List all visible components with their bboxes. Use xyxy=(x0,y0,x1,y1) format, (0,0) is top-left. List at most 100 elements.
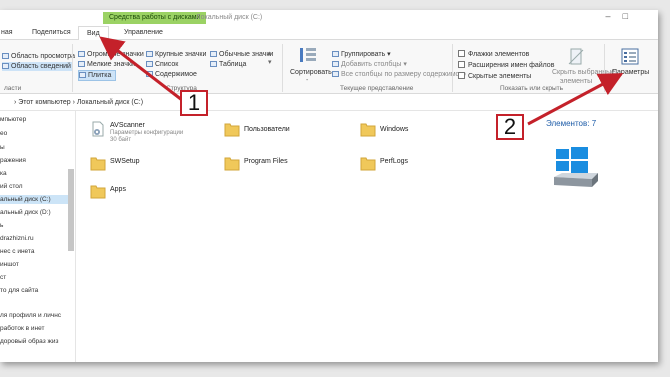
folder-name: SWSetup xyxy=(110,158,140,165)
address-bar[interactable]: › Этот компьютер › Локальный диск (C:) xyxy=(0,96,658,111)
layout-label: Обычные значки xyxy=(219,51,274,58)
folder-icon xyxy=(360,123,376,137)
folder-name: Program Files xyxy=(244,158,288,165)
file-extensions-label: Расширения имен файлов xyxy=(468,62,555,69)
layout-extra-large-icons[interactable]: Огромные значки xyxy=(78,50,144,59)
layout-details[interactable]: Таблица xyxy=(210,60,246,69)
folder-item[interactable]: Пользователи xyxy=(220,117,340,145)
group-by-button[interactable]: Группировать ▾ xyxy=(332,50,391,59)
layout-label: Мелкие значки xyxy=(87,61,135,68)
ribbon-separator xyxy=(604,44,605,92)
ribbon: Область просмотра Область сведений ласти… xyxy=(0,40,658,94)
folder-item[interactable]: PerfLogs xyxy=(356,151,476,179)
size-columns-button[interactable]: Все столбцы по размеру содержимого xyxy=(332,70,466,79)
nav-item[interactable]: альный диск (D:) xyxy=(0,208,51,217)
tab-share[interactable]: Поделиться xyxy=(32,26,71,40)
layout-large-icons[interactable]: Крупные значки xyxy=(146,50,206,59)
nav-item[interactable]: иншот xyxy=(0,260,19,269)
minimize-icon[interactable]: – xyxy=(606,11,623,21)
annotation-marker-1: 1 xyxy=(180,90,208,116)
preview-pane-label: Область просмотра xyxy=(11,53,76,60)
sort-icon[interactable] xyxy=(298,46,318,64)
layout-label: Огромные значки xyxy=(87,51,144,58)
details-pane-label: Область сведений xyxy=(11,63,71,70)
disk-tools-context-tab[interactable]: Средства работы с дисками xyxy=(103,12,207,24)
panes-group-label: ласти xyxy=(4,85,22,92)
options-icon[interactable] xyxy=(620,48,640,66)
ribbon-separator xyxy=(452,44,453,92)
file-extensions-toggle[interactable]: Расширения имен файлов xyxy=(458,61,554,70)
layout-scroll-icon[interactable]: ▴ ▾ xyxy=(268,49,272,67)
nav-item[interactable]: ий стол xyxy=(0,182,23,191)
checkbox[interactable] xyxy=(458,72,465,79)
folder-icon xyxy=(360,157,376,171)
hide-selected-button[interactable]: Скрыть выбранные элементы xyxy=(552,68,615,86)
layout-icon xyxy=(146,51,153,57)
explorer-window: Средства работы с дисками Локальный диск… xyxy=(0,10,658,362)
layout-icon xyxy=(210,51,217,57)
folder-item[interactable]: SWSetup xyxy=(86,151,206,179)
hide-selected-icon[interactable] xyxy=(566,48,586,66)
layout-label: Список xyxy=(155,61,179,68)
nav-item[interactable]: ражения xyxy=(0,156,26,165)
layout-label: Содержимое xyxy=(155,71,197,78)
tab-view[interactable]: Вид xyxy=(78,26,109,41)
nav-item[interactable]: ст xyxy=(0,273,6,282)
nav-item[interactable]: drazhizni.ru xyxy=(0,234,34,243)
tab-home[interactable]: ная xyxy=(1,26,13,40)
nav-scrollbar-thumb[interactable] xyxy=(68,169,74,251)
preview-pane-icon xyxy=(2,53,9,59)
layout-medium-icons[interactable]: Обычные значки xyxy=(210,50,273,59)
nav-item[interactable]: то для сайта xyxy=(0,286,38,295)
preview-pane-button[interactable]: Область просмотра xyxy=(2,52,75,61)
layout-list[interactable]: Список xyxy=(146,60,178,69)
sort-button-label[interactable]: Сортировать xyxy=(290,68,332,77)
folder-name: Windows xyxy=(380,126,409,133)
sort-dropdown-arrow[interactable]: - xyxy=(306,76,308,85)
address-path[interactable]: › Этот компьютер › Локальный диск (C:) xyxy=(14,99,143,106)
nav-item[interactable]: работок в инет xyxy=(0,324,44,333)
nav-item[interactable]: ы xyxy=(0,143,5,152)
add-columns-label: Добавить столбцы xyxy=(341,61,402,68)
nav-item[interactable]: ка xyxy=(0,169,7,178)
folder-item[interactable]: Program Files xyxy=(220,151,340,179)
window-title: Локальный диск (C:) xyxy=(196,14,263,21)
layout-icon xyxy=(79,72,86,78)
nav-item-selected[interactable]: альный диск (C:) xyxy=(0,195,68,204)
folder-icon xyxy=(90,185,106,199)
nav-item[interactable]: ля профиля и личнс xyxy=(0,311,61,320)
navigation-pane: мпьютер ео ы ражения ка ий стол альный д… xyxy=(0,111,76,362)
maximize-icon[interactable]: □ xyxy=(623,11,640,21)
drive-icon xyxy=(554,147,598,187)
checkbox[interactable] xyxy=(458,50,465,57)
item-checkboxes-toggle[interactable]: Флажки элементов xyxy=(458,50,529,59)
folder-name: PerfLogs xyxy=(380,158,409,165)
ribbon-separator xyxy=(282,44,283,92)
item-count: Элементов: 7 xyxy=(546,119,597,128)
add-columns-button[interactable]: Добавить столбцы ▾ xyxy=(332,60,407,69)
nav-item[interactable]: мпьютер xyxy=(0,115,26,124)
details-pane-button[interactable]: Область сведений xyxy=(2,62,73,71)
folder-icon xyxy=(224,123,240,137)
layout-tiles[interactable]: Плитка xyxy=(78,70,117,81)
layout-content[interactable]: Содержимое xyxy=(146,70,197,79)
tab-manage[interactable]: Управление xyxy=(124,26,163,40)
add-columns-icon xyxy=(332,61,339,67)
file-item[interactable]: AVScanner Параметры конфигурации 30 байт xyxy=(86,117,206,145)
layout-icon xyxy=(78,51,85,57)
nav-item[interactable]: ео xyxy=(0,129,7,138)
nav-item[interactable]: доровый образ жиз xyxy=(0,337,58,346)
current-view-group-label: Текущее представление xyxy=(340,85,414,92)
nav-item[interactable]: нес с инета xyxy=(0,247,34,256)
nav-item[interactable]: ь xyxy=(0,221,3,230)
folder-item[interactable]: Apps xyxy=(86,179,206,207)
show-hide-group-label: Показать или скрыть xyxy=(500,85,564,92)
options-button-label[interactable]: Параметры xyxy=(612,68,649,77)
group-by-label: Группировать xyxy=(341,51,386,58)
folder-item[interactable]: Windows xyxy=(356,117,476,145)
layout-small-icons[interactable]: Мелкие значки xyxy=(78,60,135,69)
folder-icon xyxy=(90,157,106,171)
hidden-items-toggle[interactable]: Скрытые элементы xyxy=(458,72,531,81)
checkbox[interactable] xyxy=(458,61,465,68)
file-list: AVScanner Параметры конфигурации 30 байт… xyxy=(80,111,532,362)
